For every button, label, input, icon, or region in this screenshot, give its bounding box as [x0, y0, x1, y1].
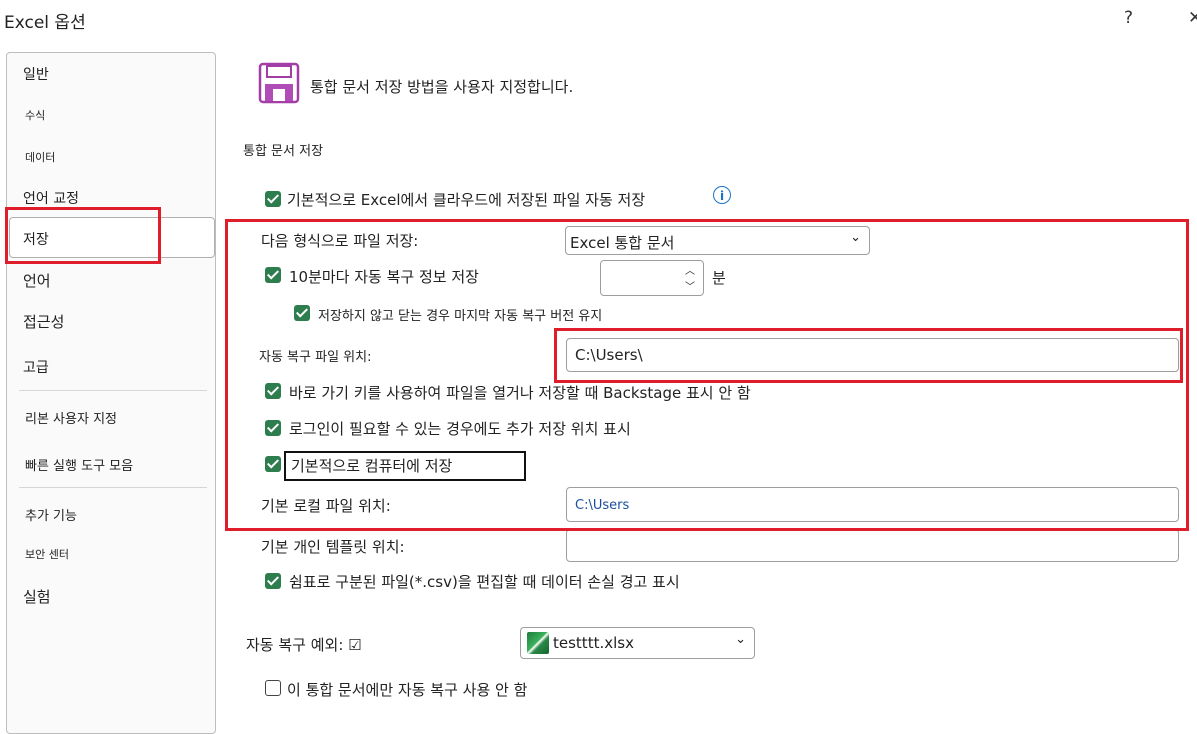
- annotation-box-autorecover-location: [554, 328, 1183, 383]
- sidebar-item-language[interactable]: 언어: [23, 270, 51, 291]
- chevron-down-icon: ⌄: [735, 632, 746, 647]
- floppy-disk-icon: [258, 62, 300, 104]
- window-title: Excel 옵션: [4, 13, 86, 33]
- sidebar-divider: [19, 487, 207, 488]
- sidebar-item-data[interactable]: 데이터: [25, 149, 55, 165]
- page-title: 통합 문서 저장 방법을 사용자 지정합니다.: [310, 78, 574, 96]
- section-heading: 통합 문서 저장: [243, 144, 324, 159]
- sidebar-item-quick-access-toolbar[interactable]: 빠른 실행 도구 모음: [25, 455, 133, 474]
- sidebar-item-general[interactable]: 일반: [23, 64, 49, 84]
- sidebar-item-proofing[interactable]: 언어 교정: [23, 188, 79, 208]
- annotation-box-sidebar-save: [5, 207, 161, 264]
- workbook-select[interactable]: testttt.xlsx ⌄: [520, 627, 755, 659]
- sidebar-item-formulas[interactable]: 수식: [25, 107, 45, 123]
- personal-templates-input[interactable]: [566, 529, 1179, 562]
- autorecover-exceptions-label: 자동 복구 예외: ☑: [246, 636, 362, 654]
- annotation-box-save-to-computer: [284, 451, 526, 481]
- sidebar-item-advanced[interactable]: 고급: [23, 357, 49, 377]
- info-icon[interactable]: i: [713, 186, 731, 204]
- excel-file-icon: [527, 632, 549, 654]
- csv-warning-label: 쉼표로 구분된 파일(*.csv)을 편집할 때 데이터 손실 경고 표시: [289, 573, 680, 591]
- sidebar-item-accessibility[interactable]: 접근성: [23, 311, 64, 332]
- autosave-label: 기본적으로 Excel에서 클라우드에 저장된 파일 자동 저장: [287, 191, 646, 209]
- sidebar-item-experiments[interactable]: 실험: [23, 586, 51, 607]
- sidebar-item-trust-center[interactable]: 보안 센터: [25, 546, 69, 562]
- workbook-select-value: testttt.xlsx: [553, 634, 634, 652]
- help-button[interactable]: ?: [1124, 8, 1133, 28]
- disable-autorecover-checkbox[interactable]: [265, 680, 281, 696]
- sidebar: 일반 수식 데이터 언어 교정 저장 언어 접근성 고급 리본 사용자 지정 빠…: [6, 52, 216, 734]
- personal-templates-label: 기본 개인 템플릿 위치:: [261, 538, 405, 556]
- sidebar-divider: [19, 390, 207, 391]
- csv-warning-checkbox[interactable]: [265, 573, 281, 589]
- close-button[interactable]: ✕: [1188, 8, 1197, 28]
- sidebar-item-add-ins[interactable]: 추가 기능: [25, 505, 77, 524]
- autosave-checkbox[interactable]: [265, 191, 281, 207]
- sidebar-item-customize-ribbon[interactable]: 리본 사용자 지정: [25, 408, 117, 427]
- disable-autorecover-label: 이 통합 문서에만 자동 복구 사용 안 함: [287, 681, 528, 699]
